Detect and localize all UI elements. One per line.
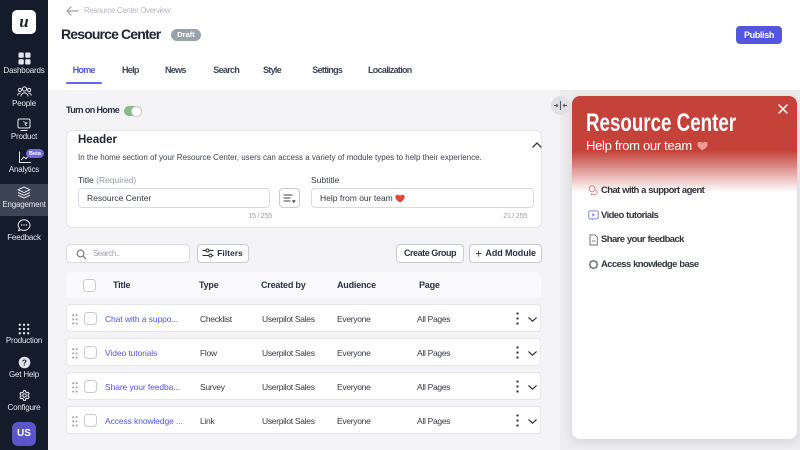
svg-text:?: ? <box>22 358 27 367</box>
